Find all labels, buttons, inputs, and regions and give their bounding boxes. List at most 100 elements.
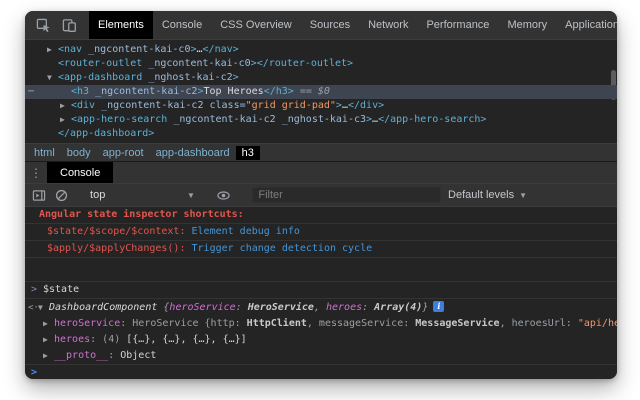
- elements-dom-tree: ▶<nav _ngcontent-kai-c0>…</nav><router-o…: [25, 40, 617, 143]
- console-object-row[interactable]: ▶__proto__: Object: [25, 348, 617, 364]
- token-clsi: Array(4): [374, 302, 422, 313]
- token-gray: :: [108, 350, 120, 361]
- token-tag: <nav: [58, 44, 82, 55]
- breadcrumb-item-body[interactable]: body: [61, 146, 97, 160]
- expand-arrow-icon[interactable]: ▶: [60, 113, 71, 127]
- tab-console[interactable]: Console: [153, 11, 211, 39]
- token-obj: DashboardComponent: [49, 302, 163, 313]
- console-messages: Angular state inspector shortcuts:$state…: [25, 207, 617, 379]
- expand-arrow-icon[interactable]: ▶: [60, 99, 71, 113]
- token-blue: Element debug info: [185, 226, 299, 237]
- breadcrumb-item-html[interactable]: html: [28, 146, 61, 160]
- clear-console-icon[interactable]: [54, 187, 70, 203]
- token-tag: <div: [71, 100, 95, 111]
- console-drawer-tab[interactable]: Console: [47, 162, 113, 183]
- token-attr: _ngcontent-kai-c2: [89, 86, 197, 97]
- token-cls: MessageService: [415, 318, 499, 329]
- console-message-gap: [25, 258, 617, 282]
- context-value: top: [90, 189, 105, 201]
- console-object-row[interactable]: ▶heroes: (4) [{…}, {…}, {…}, {…}]: [25, 332, 617, 348]
- token-tag: </nav>: [203, 44, 239, 55]
- token-gray: , messageService:: [307, 318, 415, 329]
- console-input-echo: >$state: [25, 282, 617, 299]
- token-propi: heroes: [326, 302, 362, 313]
- console-filter-input[interactable]: [252, 187, 441, 203]
- dom-tree-row[interactable]: </app-dashboard>: [25, 127, 617, 141]
- tab-css-overview[interactable]: CSS Overview: [211, 11, 301, 39]
- javascript-context-select[interactable]: top ▼: [90, 189, 195, 201]
- console-toolbar: top ▼ Default levels ▼: [25, 183, 617, 207]
- more-actions-icon[interactable]: ⋯: [28, 85, 34, 99]
- expand-arrow-icon[interactable]: ▼: [47, 71, 58, 85]
- token-outchev: <·: [28, 300, 38, 316]
- token-tag: <app-hero-search: [71, 114, 167, 125]
- expand-arrow-icon[interactable]: ▼: [38, 299, 49, 316]
- console-message: $state/$scope/$context: Element debug in…: [25, 224, 617, 241]
- panel-tabs: ElementsConsoleCSS OverviewSourcesNetwor…: [89, 11, 617, 39]
- token-red: $apply/$applyChanges():: [47, 243, 185, 254]
- token-grayi: ,: [314, 302, 326, 313]
- breadcrumb-item-app-dashboard[interactable]: app-dashboard: [150, 146, 236, 160]
- token-attrval: "grid grid-pad": [246, 100, 336, 111]
- breadcrumb-item-h3[interactable]: h3: [236, 146, 260, 160]
- expand-arrow-icon[interactable]: ▶: [43, 332, 54, 348]
- token-tag: ></router-outlet>: [251, 58, 353, 69]
- token-tag: </app-dashboard>: [58, 128, 154, 139]
- console-message: Angular state inspector shortcuts:: [25, 207, 617, 224]
- console-sidebar-icon[interactable]: [31, 187, 47, 203]
- device-toolbar-icon[interactable]: [61, 17, 77, 33]
- dom-tree-row[interactable]: ⋯<h3 _ngcontent-kai-c2>Top Heroes</h3> =…: [25, 85, 617, 99]
- token-attr: _ngcontent-kai-c0: [142, 58, 250, 69]
- dom-tree-row[interactable]: ▶<nav _ngcontent-kai-c0>…</nav>: [25, 43, 617, 57]
- token-tag: </div>: [348, 100, 384, 111]
- levels-value: Default levels: [448, 189, 514, 201]
- live-expression-eye-icon[interactable]: [216, 187, 232, 203]
- chevron-down-icon: ▼: [187, 191, 195, 200]
- dom-tree-row[interactable]: ▼<app-dashboard _nghost-kai-c2>: [25, 71, 617, 85]
- dom-tree-row[interactable]: ▶<div _ngcontent-kai-c2 class="grid grid…: [25, 99, 617, 113]
- dom-tree-row[interactable]: <router-outlet _ngcontent-kai-c0></route…: [25, 57, 617, 71]
- devtools-tabbar: ElementsConsoleCSS OverviewSourcesNetwor…: [25, 11, 617, 40]
- token-grayi: :: [236, 302, 248, 313]
- token-attr: _nghost-kai-c2: [142, 72, 232, 83]
- kebab-menu-icon[interactable]: ⋮: [25, 162, 47, 183]
- token-tag: >: [233, 72, 239, 83]
- token-str: "api/heroes: [578, 318, 617, 329]
- token-attr: _ngcontent-kai-c2 _nghost-kai-c3: [167, 114, 366, 125]
- token-red: $state/$scope/$context:: [47, 226, 185, 237]
- info-icon[interactable]: i: [433, 301, 444, 312]
- tab-memory[interactable]: Memory: [498, 11, 556, 39]
- elements-breadcrumb: htmlbodyapp-rootapp-dashboardh3: [25, 143, 617, 161]
- expand-arrow-icon[interactable]: ▶: [43, 348, 54, 364]
- token-cls: HttpClient: [247, 318, 307, 329]
- tab-performance[interactable]: Performance: [417, 11, 498, 39]
- token-tag: </app-hero-search>: [378, 114, 486, 125]
- token-tag: <router-outlet: [58, 58, 142, 69]
- token-attr: _ngcontent-kai-c0: [82, 44, 190, 55]
- console-eval-result[interactable]: <·▼DashboardComponent {heroService: Hero…: [25, 299, 617, 316]
- token-tag: <app-dashboard: [58, 72, 142, 83]
- dom-tree-row[interactable]: ▶<app-hero-search _ngcontent-kai-c2 _ngh…: [25, 113, 617, 127]
- token-inchev: >: [31, 282, 43, 298]
- token-gray: : HeroService {http:: [120, 318, 246, 329]
- inspect-element-icon[interactable]: [35, 17, 51, 33]
- console-message: $apply/$applyChanges(): Trigger change d…: [25, 241, 617, 258]
- tab-elements[interactable]: Elements: [89, 11, 153, 39]
- tab-network[interactable]: Network: [359, 11, 417, 39]
- token-propi: heroService: [169, 302, 235, 313]
- token-prop: heroes: [54, 334, 90, 345]
- console-prompt[interactable]: >: [25, 364, 617, 379]
- console-object-row[interactable]: ▶heroService: HeroService {http: HttpCli…: [25, 316, 617, 332]
- console-drawer-header: ⋮ Console: [25, 161, 617, 183]
- token-clsi: HeroService: [248, 302, 314, 313]
- token-lite: Object: [120, 350, 156, 361]
- expand-arrow-icon[interactable]: ▶: [47, 43, 58, 57]
- tab-sources[interactable]: Sources: [301, 11, 359, 39]
- breadcrumb-item-app-root[interactable]: app-root: [97, 146, 150, 160]
- devtools-window: ElementsConsoleCSS OverviewSourcesNetwor…: [25, 11, 617, 379]
- log-levels-select[interactable]: Default levels ▼: [448, 189, 527, 201]
- expand-arrow-icon[interactable]: ▶: [43, 316, 54, 332]
- tab-application[interactable]: Application: [556, 11, 617, 39]
- token-tag: </h3>: [264, 86, 294, 97]
- token-plain: Top Heroes: [203, 86, 263, 97]
